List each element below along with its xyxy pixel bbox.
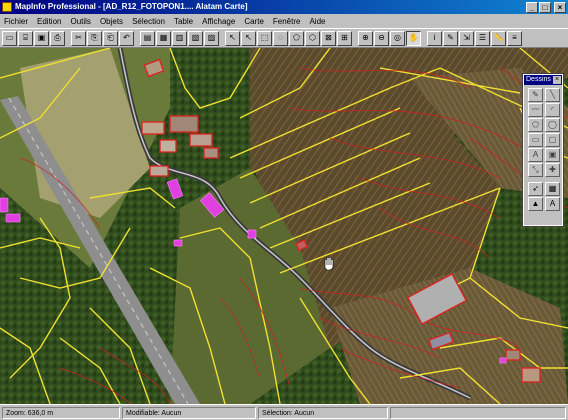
print-icon[interactable]: ⎙ <box>50 30 65 46</box>
polygon-select-icon[interactable]: ⬠ <box>289 30 304 46</box>
line-tool-icon[interactable]: ╲ <box>545 88 560 102</box>
legend-icon[interactable]: ≡ <box>507 30 522 46</box>
select-arrow-icon[interactable]: ↖ <box>241 30 256 46</box>
layout-window-icon[interactable]: ▧ <box>188 30 203 46</box>
ellipse-tool-icon[interactable]: ◯ <box>545 118 560 132</box>
marquee-select-icon[interactable]: ⬚ <box>257 30 272 46</box>
menu-3[interactable]: Objets <box>100 17 123 26</box>
frame-tool-icon[interactable]: ▣ <box>545 148 560 162</box>
info-icon[interactable]: i <box>427 30 442 46</box>
region-style-icon[interactable]: ▦ <box>545 182 560 196</box>
menu-5[interactable]: Table <box>174 17 193 26</box>
cut-icon[interactable]: ✂ <box>71 30 86 46</box>
menu-6[interactable]: Affichage <box>202 17 235 26</box>
rectangle-tool-icon[interactable]: ▭ <box>528 133 543 147</box>
graph-window-icon[interactable]: ▥ <box>172 30 187 46</box>
boundary-select-icon[interactable]: ⬡ <box>305 30 320 46</box>
status-editable[interactable]: Modifiable: Aucun <box>122 406 256 419</box>
redistrict-icon[interactable]: ▨ <box>204 30 219 46</box>
status-bar: Zoom: 636,0 m Modifiable: Aucun Sélectio… <box>0 404 568 420</box>
text-tool-icon[interactable]: A <box>528 148 543 162</box>
open-icon[interactable]: ⌸ <box>18 30 33 46</box>
symbol-tool-icon[interactable]: ✎ <box>528 88 543 102</box>
change-view-icon[interactable]: ◎ <box>390 30 405 46</box>
aerial-map[interactable] <box>0 48 568 404</box>
rounded-rect-tool-icon[interactable]: ▢ <box>545 133 560 147</box>
menu-1[interactable]: Edition <box>37 17 61 26</box>
arc-tool-icon[interactable]: ◜ <box>545 103 560 117</box>
polyline-tool-icon[interactable]: 〰 <box>528 103 543 117</box>
add-node-tool-icon[interactable]: ✚ <box>545 163 560 177</box>
copy-icon[interactable]: ⎘ <box>87 30 102 46</box>
map-window-icon[interactable]: ▦ <box>156 30 171 46</box>
symbol-style-icon[interactable]: ▲ <box>528 197 543 211</box>
menu-9[interactable]: Aide <box>309 17 325 26</box>
new-icon[interactable]: ▭ <box>2 30 17 46</box>
main-toolbar: ▭ ⌸ ▣ ⎙ ✂ ⎘ ⎗ ↶ ▤ ▦ ▥ ▧ ▨ ↖ ↖ ⬚ ◌ ⬠ ⬡ ⊠ ⊞ ⊕ ⊖ ◎ ✋ i ✎ ⇲ ☰ 📏 ≡ <box>0 28 568 48</box>
title-bar[interactable]: MapInfo Professional - [AD_R12_FOTOPON1.… <box>0 0 568 14</box>
ruler-icon[interactable]: 📏 <box>491 30 506 46</box>
status-selectable[interactable]: Sélection: Aucun <box>258 406 388 419</box>
drag-window-icon[interactable]: ⇲ <box>459 30 474 46</box>
palette-separator <box>528 178 561 181</box>
menu-7[interactable]: Carte <box>244 17 264 26</box>
label-icon[interactable]: ✎ <box>443 30 458 46</box>
maximize-button[interactable]: □ <box>539 1 551 13</box>
palette-tools: ✎ ╲ 〰 ◜ ⬠ ◯ ▭ ▢ A ▣ ⤡ ✚ ➶ ▦ ▲ A <box>524 85 562 213</box>
menu-4[interactable]: Sélection <box>132 17 165 26</box>
zoom-out-icon[interactable]: ⊖ <box>374 30 389 46</box>
map-window[interactable] <box>0 48 568 404</box>
polygon-tool-icon[interactable]: ⬠ <box>528 118 543 132</box>
text-style-icon[interactable]: A <box>545 197 560 211</box>
status-extra <box>390 406 566 419</box>
unselect-all-icon[interactable]: ⊠ <box>321 30 336 46</box>
grabber-icon[interactable]: ✋ <box>406 30 421 46</box>
menu-2[interactable]: Outils <box>70 17 90 26</box>
paste-icon[interactable]: ⎗ <box>103 30 118 46</box>
help-pointer-icon[interactable]: ↖ <box>225 30 240 46</box>
layer-control-icon[interactable]: ☰ <box>475 30 490 46</box>
line-style-icon[interactable]: ➶ <box>528 182 543 196</box>
status-zoom[interactable]: Zoom: 636,0 m <box>2 406 120 419</box>
graph-select-icon[interactable]: ⊞ <box>337 30 352 46</box>
zoom-in-icon[interactable]: ⊕ <box>358 30 373 46</box>
reshape-tool-icon[interactable]: ⤡ <box>528 163 543 177</box>
save-icon[interactable]: ▣ <box>34 30 49 46</box>
menu-8[interactable]: Fenêtre <box>273 17 301 26</box>
layer-browse-icon[interactable]: ▤ <box>140 30 155 46</box>
minimize-button[interactable]: _ <box>526 1 538 13</box>
palette-title: Dessins <box>526 76 551 83</box>
hand-cursor-icon <box>324 256 334 271</box>
palette-title-bar[interactable]: Dessins × <box>524 75 562 85</box>
menu-0[interactable]: Fichier <box>4 17 28 26</box>
window-title: MapInfo Professional - [AD_R12_FOTOPON1.… <box>15 2 248 11</box>
undo-icon[interactable]: ↶ <box>119 30 134 46</box>
drawing-palette[interactable]: Dessins × ✎ ╲ 〰 ◜ ⬠ ◯ ▭ ▢ A ▣ ⤡ ✚ ➶ ▦ ▲ A <box>522 73 564 227</box>
palette-close-button[interactable]: × <box>553 76 561 84</box>
radius-select-icon[interactable]: ◌ <box>273 30 288 46</box>
mapinfo-app-icon[interactable] <box>2 2 12 12</box>
menu-bar: Fichier Edition Outils Objets Sélection Table… <box>0 14 568 28</box>
close-button[interactable]: × <box>554 1 566 13</box>
